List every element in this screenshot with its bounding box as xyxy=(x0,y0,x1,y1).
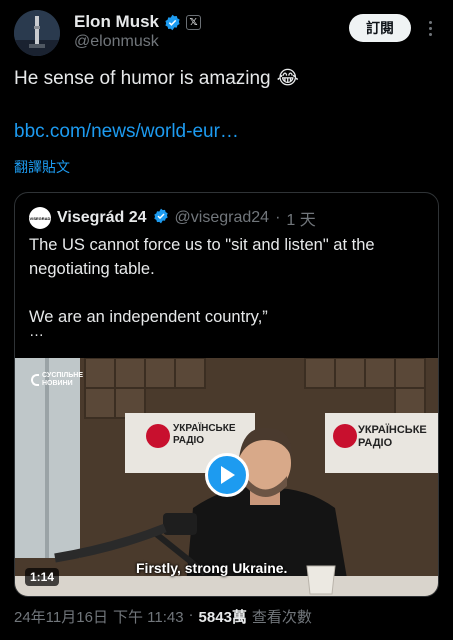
tweet-time[interactable]: 下午 11:43 xyxy=(113,606,184,627)
quoted-ellipsis: … xyxy=(29,323,44,340)
quoted-author-avatar[interactable]: VISEGRAD xyxy=(29,207,51,229)
quoted-author-handle[interactable]: @visegrad24 xyxy=(175,209,270,227)
verified-badge-icon xyxy=(164,14,181,31)
tweet-text: He sense of humor is amazing 😂 xyxy=(14,67,299,90)
play-button-icon[interactable] xyxy=(205,453,249,497)
quoted-tweet[interactable]: VISEGRAD Visegrád 24 @visegrad24 · 1 天 T… xyxy=(14,192,439,597)
video-duration: 1:14 xyxy=(25,568,60,586)
verified-badge-icon xyxy=(153,208,169,229)
tweet-link[interactable]: bbc.com/news/world-eur… xyxy=(14,121,239,143)
video-player[interactable]: СУСПІЛЬНЕ НОВИНИ УКРАЇНСЬКЕ РАДІО УКРАЇНС… xyxy=(15,358,438,596)
sign-right-text: УКРАЇНСЬКЕ РАДІО xyxy=(358,424,427,449)
tweet-text-content: He sense of humor is amazing xyxy=(14,67,271,89)
affiliate-x-badge: 𝕏 xyxy=(186,14,202,30)
subscribe-button[interactable]: 訂閱 xyxy=(349,14,411,42)
quoted-tweet-header: VISEGRAD Visegrád 24 @visegrad24 · 1 天 xyxy=(29,206,316,230)
more-options-icon[interactable] xyxy=(423,17,437,39)
quoted-paragraph: We are an independent country,” xyxy=(29,308,268,326)
author-avatar[interactable] xyxy=(14,10,60,56)
video-subtitle: Firstly, strong Ukraine. xyxy=(136,560,288,576)
separator-dot: · xyxy=(188,606,194,623)
author-handle[interactable]: @elonmusk xyxy=(74,33,159,51)
laughing-emoji: 😂 xyxy=(276,68,299,89)
tweet-header: Elon Musk 𝕏 @elonmusk 訂閱 xyxy=(0,0,453,60)
author-name[interactable]: Elon Musk xyxy=(74,12,159,32)
quoted-author-name[interactable]: Visegrád 24 xyxy=(57,209,147,227)
quoted-paragraph: The US cannot force us to "sit and liste… xyxy=(29,236,375,278)
tweet-meta: 24年11月16日 下午 11:43 · 5843萬 查看次數 xyxy=(14,606,312,627)
translate-post-link[interactable]: 翻譯貼文 xyxy=(14,157,70,177)
views-count: 5843萬 xyxy=(198,609,247,626)
tweet-date[interactable]: 24年11月16日 xyxy=(14,606,108,627)
sign-left-text: УКРАЇНСЬКЕ РАДІО xyxy=(173,423,236,446)
channel-logo: СУСПІЛЬНЕ НОВИНИ xyxy=(31,372,83,388)
views-label: 查看次數 xyxy=(251,609,312,626)
quoted-tweet-text: The US cannot force us to "sit and liste… xyxy=(29,233,424,353)
quoted-time[interactable]: 1 天 xyxy=(286,206,315,230)
separator-dot: · xyxy=(275,209,281,226)
